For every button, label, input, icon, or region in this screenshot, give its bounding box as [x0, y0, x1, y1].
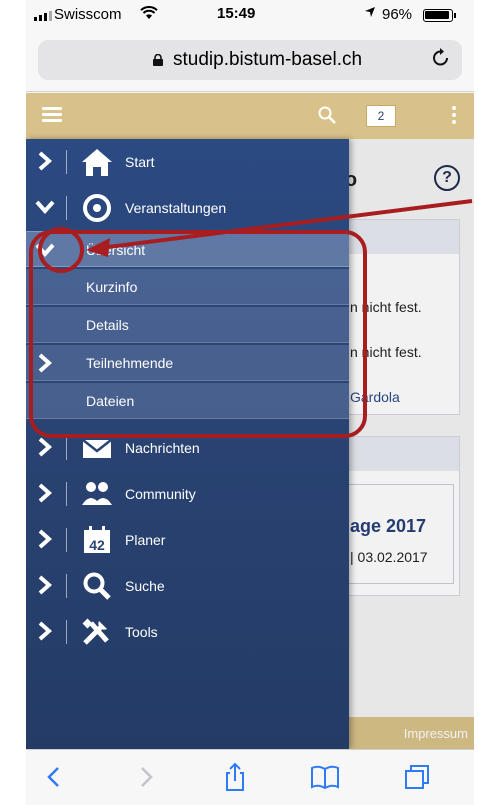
divider	[66, 436, 67, 460]
divider	[66, 528, 67, 552]
calendar-icon-text: 42	[89, 537, 105, 553]
carrier-label: Swisscom	[54, 6, 122, 23]
tabs-icon[interactable]	[402, 762, 432, 792]
url-text: studip.bistum-basel.ch	[173, 49, 363, 70]
more-options-icon[interactable]	[452, 106, 456, 126]
chevron-right-icon[interactable]	[35, 574, 55, 596]
sidebar-item-planer[interactable]: 42 Planer	[26, 517, 349, 563]
divider	[66, 620, 67, 644]
browser-toolbar	[26, 749, 474, 805]
notification-count[interactable]: 2	[366, 105, 396, 127]
battery-percent: 96%	[382, 6, 413, 23]
highlight-circle	[38, 227, 84, 273]
bookmarks-icon[interactable]	[310, 762, 340, 792]
home-icon	[82, 149, 112, 176]
clock: 15:49	[217, 5, 256, 22]
reload-icon[interactable]	[431, 47, 451, 75]
search-icon[interactable]	[316, 104, 338, 126]
divider	[66, 574, 67, 598]
calendar-icon: 42	[84, 526, 110, 553]
browser-address-area: studip.bistum-basel.ch	[26, 30, 474, 92]
forward-icon[interactable]	[130, 762, 160, 792]
lock-icon	[153, 54, 163, 66]
signal-icon	[34, 11, 52, 21]
share-icon[interactable]	[220, 762, 250, 792]
sidebar-item-label: Community	[125, 486, 196, 502]
search-icon	[83, 572, 111, 600]
chevron-right-icon[interactable]	[35, 528, 55, 550]
courses-icon	[83, 194, 111, 222]
community-icon	[82, 482, 112, 505]
address-bar[interactable]: studip.bistum-basel.ch	[38, 40, 462, 80]
sidebar-item-start[interactable]: Start	[26, 139, 349, 185]
tools-icon	[82, 618, 109, 645]
divider	[66, 150, 67, 174]
divider	[66, 196, 67, 220]
chevron-right-icon[interactable]	[35, 620, 55, 642]
sidebar-item-label: Tools	[125, 624, 158, 640]
sidebar-item-community[interactable]: Community	[26, 471, 349, 517]
sidebar-item-label: Planer	[125, 532, 166, 548]
sidebar-item-label: Veranstaltungen	[125, 200, 227, 216]
sidebar-item-label: Start	[125, 154, 155, 170]
wifi-icon	[140, 6, 158, 23]
chevron-down-icon[interactable]	[35, 196, 55, 218]
sidebar-item-suche[interactable]: Suche	[26, 563, 349, 609]
sidebar-item-label: Nachrichten	[125, 440, 200, 456]
location-icon	[364, 5, 376, 21]
content-overlay[interactable]	[349, 139, 474, 749]
status-bar: Swisscom 15:49 96%	[26, 0, 474, 30]
chevron-right-icon[interactable]	[35, 150, 55, 172]
chevron-right-icon[interactable]	[35, 436, 55, 458]
sidebar-item-veranstaltungen[interactable]: Veranstaltungen	[26, 185, 349, 231]
sidebar-item-label: Suche	[125, 578, 165, 594]
back-icon[interactable]	[40, 762, 70, 792]
battery-icon	[423, 9, 456, 22]
hamburger-menu-icon[interactable]	[42, 107, 62, 123]
divider	[66, 482, 67, 506]
sidebar-item-tools[interactable]: Tools	[26, 609, 349, 655]
phone-screen: Swisscom 15:49 96% studip.bistum-basel.c…	[26, 0, 474, 805]
app-header: 2	[26, 93, 474, 139]
chevron-right-icon[interactable]	[35, 482, 55, 504]
